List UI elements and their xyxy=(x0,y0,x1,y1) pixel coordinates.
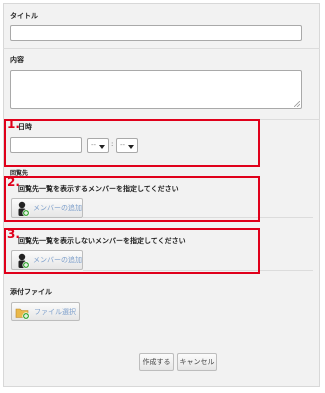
folder-add-icon xyxy=(15,308,30,320)
highlight-box-2 xyxy=(4,176,260,222)
title-input[interactable] xyxy=(10,25,302,41)
create-button[interactable]: 作成する xyxy=(139,353,174,371)
step-marker-1: 1. xyxy=(7,117,20,131)
content-textarea[interactable] xyxy=(10,70,302,109)
content-label: 内容 xyxy=(10,56,24,64)
highlight-box-1 xyxy=(4,119,260,167)
file-select-button[interactable]: ファイル選択 xyxy=(11,302,80,321)
resize-handle-icon[interactable] xyxy=(294,101,300,107)
attachment-label: 添付ファイル xyxy=(10,288,52,296)
highlight-box-3 xyxy=(4,228,260,274)
cancel-button[interactable]: キャンセル xyxy=(177,353,217,371)
step-marker-2: 2. xyxy=(7,175,20,189)
file-select-label: ファイル選択 xyxy=(34,307,76,316)
title-label: タイトル xyxy=(10,12,38,20)
step-marker-3: 3. xyxy=(7,227,20,241)
divider xyxy=(3,48,320,49)
